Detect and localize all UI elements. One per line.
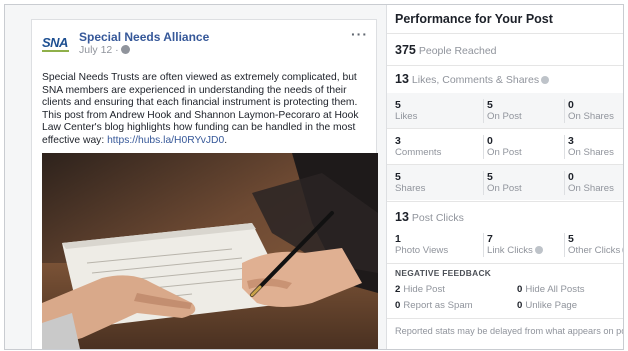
- cell-label: Photo Views: [395, 245, 449, 256]
- cell-value: 5: [487, 99, 493, 111]
- post-card: SNA Special Needs Alliance July 12 · ···…: [31, 19, 378, 349]
- engagement-total: 13 Likes, Comments & Shares: [395, 72, 550, 86]
- post-clicks-total: 13 Post Clicks: [395, 210, 464, 224]
- likes-on-shares-cell: 0 On Shares: [564, 99, 623, 123]
- stat-value: 0: [395, 300, 401, 311]
- divider: [387, 318, 623, 319]
- comments-on-shares-cell: 3 On Shares: [564, 135, 623, 159]
- page-name-link[interactable]: Special Needs Alliance: [79, 30, 209, 44]
- shares-row: 5 Shares 5 On Post 0 On Shares: [387, 165, 623, 200]
- cell-label: Shares: [395, 183, 426, 194]
- likes-on-post-cell: 5 On Post: [483, 99, 563, 123]
- info-icon[interactable]: [541, 76, 550, 84]
- post-insights-screenshot: SNA Special Needs Alliance July 12 · ···…: [4, 4, 624, 350]
- panel-title: Performance for Your Post: [395, 12, 553, 26]
- cell-label: On Post: [487, 183, 522, 194]
- page-logo[interactable]: SNA: [42, 34, 70, 56]
- cell-label: On Shares: [568, 147, 614, 158]
- info-icon[interactable]: [534, 246, 543, 254]
- shares-on-post-cell: 5 On Post: [483, 171, 563, 195]
- more-options-button[interactable]: ···: [351, 26, 368, 42]
- stat-value: 2: [395, 284, 401, 295]
- hide-all-posts-stat: 0 Hide All Posts: [517, 284, 585, 295]
- link-clicks-label: Link Clicks: [487, 245, 533, 256]
- link-clicks-cell: 7 Link Clicks: [483, 233, 563, 257]
- engagement-value: 13: [395, 72, 409, 86]
- likes-total-cell: 5 Likes: [395, 99, 475, 123]
- post-date[interactable]: July 12 ·: [79, 44, 130, 56]
- cell-value: 5: [487, 171, 493, 183]
- comments-row: 3 Comments 0 On Post 3 On Shares: [387, 129, 623, 164]
- cell-value: 3: [568, 135, 574, 147]
- report-spam-stat: 0 Report as Spam: [395, 300, 473, 311]
- post-link-suffix: .: [224, 134, 228, 146]
- people-reached-label: People Reached: [418, 45, 497, 57]
- cell-label: Likes: [395, 111, 418, 122]
- stat-value: 0: [517, 300, 523, 311]
- divider: [387, 263, 623, 264]
- stat-label: Hide All Posts: [525, 284, 585, 295]
- clicks-row: 1 Photo Views 7 Link Clicks 5 Other Clicks: [387, 227, 623, 262]
- cell-label: Other Clicks: [568, 245, 623, 257]
- shares-total-cell: 5 Shares: [395, 171, 475, 195]
- divider: [387, 33, 623, 34]
- likes-row: 5 Likes 5 On Post 0 On Shares: [387, 93, 623, 128]
- stat-label: Report as Spam: [403, 300, 473, 311]
- unlike-page-stat: 0 Unlike Page: [517, 300, 577, 311]
- comments-on-post-cell: 0 On Post: [483, 135, 563, 159]
- post-header: SNA Special Needs Alliance July 12 · ···: [42, 26, 368, 62]
- post-clicks-label: Post Clicks: [411, 212, 464, 224]
- cell-label: Link Clicks: [487, 245, 563, 257]
- cell-value: 0: [568, 99, 574, 111]
- cell-value: 5: [395, 171, 401, 183]
- photo-views-cell: 1 Photo Views: [395, 233, 475, 257]
- cell-label: Comments: [395, 147, 442, 158]
- post-link[interactable]: https://hubs.la/H0RYvJD0: [107, 135, 224, 146]
- cell-value: 0: [568, 171, 574, 183]
- cell-value: 1: [395, 233, 401, 245]
- cell-label: On Post: [487, 111, 522, 122]
- cell-value: 7: [487, 233, 493, 245]
- logo-text: SNA: [42, 35, 68, 50]
- cell-value: 3: [395, 135, 401, 147]
- cell-label: On Shares: [568, 111, 614, 122]
- comments-total-cell: 3 Comments: [395, 135, 475, 159]
- cell-value: 0: [487, 135, 493, 147]
- logo-underline: [42, 50, 69, 52]
- cell-value: 5: [395, 99, 401, 111]
- globe-icon: [120, 45, 130, 54]
- cell-label: On Post: [487, 147, 522, 158]
- post-message: Special Needs Trusts are often viewed as…: [42, 72, 370, 148]
- negative-feedback-heading: NEGATIVE FEEDBACK: [395, 268, 492, 278]
- stat-label: Hide Post: [403, 284, 445, 295]
- engagement-label: Likes, Comments & Shares: [411, 74, 540, 86]
- post-performance-panel: Performance for Your Post 375 People Reac…: [386, 5, 624, 349]
- people-reached: 375 People Reached: [395, 43, 497, 57]
- other-clicks-label: Other Clicks: [568, 245, 621, 256]
- people-reached-value: 375: [395, 43, 416, 57]
- stats-disclaimer: Reported stats may be delayed from what …: [395, 326, 624, 336]
- stat-value: 0: [517, 284, 523, 295]
- post-photo[interactable]: [42, 153, 378, 349]
- divider: [387, 201, 623, 202]
- post-date-text: July 12 ·: [79, 44, 119, 56]
- info-icon[interactable]: [622, 246, 623, 254]
- shares-on-shares-cell: 0 On Shares: [564, 171, 623, 195]
- cell-value: 5: [568, 233, 574, 245]
- divider: [387, 65, 623, 66]
- hide-post-stat: 2 Hide Post: [395, 284, 445, 295]
- post-clicks-value: 13: [395, 210, 409, 224]
- stat-label: Unlike Page: [525, 300, 578, 311]
- post-photo-illustration: [42, 153, 378, 349]
- other-clicks-cell: 5 Other Clicks: [564, 233, 623, 257]
- cell-label: On Shares: [568, 183, 614, 194]
